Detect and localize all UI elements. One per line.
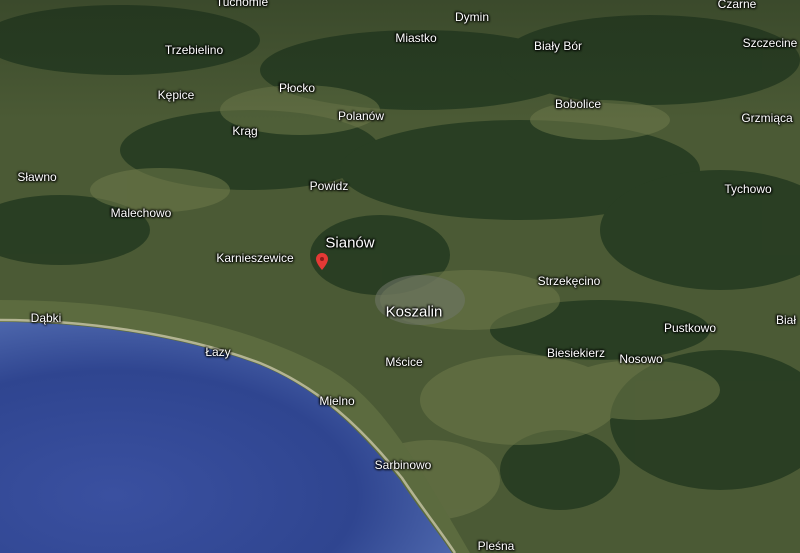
place-label-plocko[interactable]: Płocko	[279, 82, 315, 94]
map-view[interactable]: Tuchomie Czarne Dymin Trzebielino Miastk…	[0, 0, 800, 553]
place-label-grzmiaca[interactable]: Grzmiąca	[741, 112, 792, 124]
place-label-koszalin[interactable]: Koszalin	[386, 305, 443, 320]
place-label-nosowo[interactable]: Nosowo	[619, 353, 662, 365]
place-label-szczecinek[interactable]: Szczecine	[743, 37, 798, 49]
place-label-mscice[interactable]: Mścice	[385, 356, 422, 368]
place-label-trzebielino[interactable]: Trzebielino	[165, 44, 223, 56]
place-label-lazy[interactable]: Łazy	[205, 346, 230, 358]
location-pin-icon[interactable]	[316, 253, 328, 270]
place-label-polanow[interactable]: Polanów	[338, 110, 384, 122]
place-label-sarbinowo[interactable]: Sarbinowo	[375, 459, 432, 471]
place-label-bialogard[interactable]: Biał	[776, 314, 796, 326]
place-label-plesna[interactable]: Pleśna	[478, 540, 515, 552]
place-label-tychowo[interactable]: Tychowo	[724, 183, 771, 195]
place-label-pustkowo[interactable]: Pustkowo	[664, 322, 716, 334]
place-label-czarne[interactable]: Czarne	[718, 0, 757, 10]
place-label-bobolice[interactable]: Bobolice	[555, 98, 601, 110]
place-label-malechowo[interactable]: Malechowo	[111, 207, 172, 219]
place-label-slawno[interactable]: Sławno	[17, 171, 56, 183]
place-label-powidz[interactable]: Powidz	[310, 180, 349, 192]
place-label-biesiekierz[interactable]: Biesiekierz	[547, 347, 605, 359]
place-label-dabki[interactable]: Dąbki	[31, 312, 62, 324]
place-label-karnieszewice[interactable]: Karnieszewice	[216, 252, 293, 264]
horizon-haze	[0, 0, 800, 120]
place-label-bialy-bor[interactable]: Biały Bór	[534, 40, 582, 52]
place-label-tuchomie[interactable]: Tuchomie	[216, 0, 268, 8]
place-label-mielno[interactable]: Mielno	[319, 395, 354, 407]
place-label-dymin[interactable]: Dymin	[455, 11, 489, 23]
place-label-strzekecino[interactable]: Strzekęcino	[538, 275, 601, 287]
place-label-sianow[interactable]: Sianów	[325, 236, 374, 251]
place-label-kepice[interactable]: Kępice	[158, 89, 195, 101]
place-label-miastko[interactable]: Miastko	[395, 32, 436, 44]
place-label-krag[interactable]: Krąg	[232, 125, 257, 137]
